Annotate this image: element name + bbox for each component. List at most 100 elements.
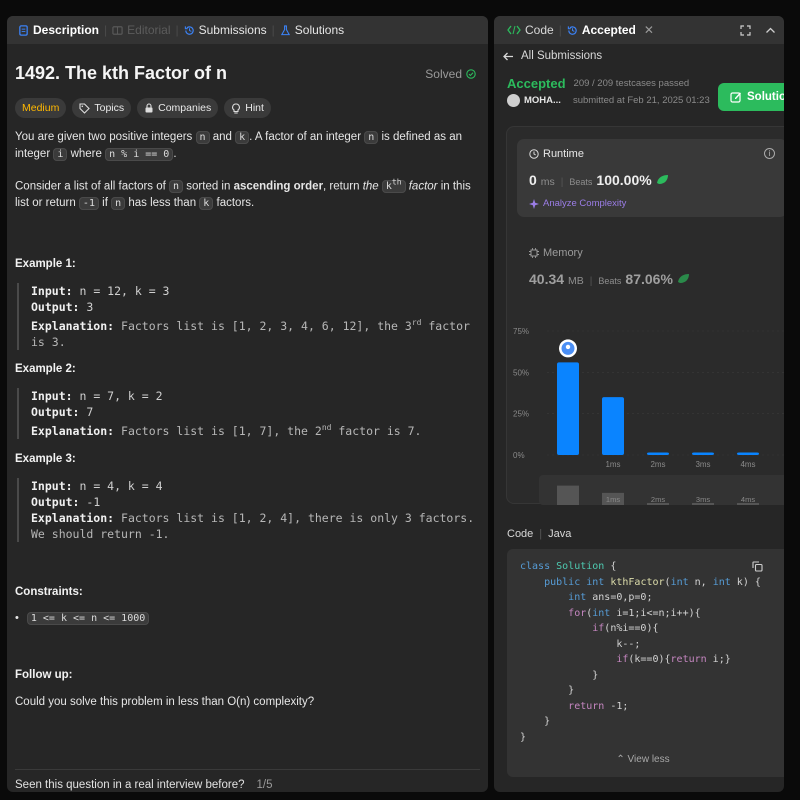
x-tick-label: 4ms <box>740 460 755 469</box>
code-icon <box>507 25 521 35</box>
divider: | <box>539 528 543 540</box>
scrubber-bar <box>557 485 579 505</box>
all-submissions-link[interactable]: All Submissions <box>503 50 784 62</box>
memory-value: 40.34 <box>529 271 565 287</box>
runtime-header: Runtime <box>529 148 584 160</box>
interview-question-footer: Seen this question in a real interview b… <box>15 769 480 791</box>
tab-accepted-label: Accepted <box>581 23 636 37</box>
topics-label: Topics <box>94 102 125 114</box>
username[interactable]: MOHA... <box>524 95 561 106</box>
submitted-time: submitted at Feb 21, 2025 01:23 <box>572 95 710 106</box>
tab-solutions[interactable]: Solutions <box>275 23 349 37</box>
book-icon <box>112 25 123 35</box>
y-tick-label: 50% <box>513 368 529 377</box>
tab-code-label: Code <box>525 23 554 37</box>
chevrons-up-icon: ⌃ <box>616 754 625 765</box>
solution-button[interactable]: Solutio <box>718 83 784 111</box>
leaf-icon <box>656 175 668 184</box>
constraint-item: • 1 <= k <= n <= 1000 <box>15 611 480 625</box>
history-icon <box>567 25 577 35</box>
problem-panel: Description | Editorial | Submissions | … <box>7 16 488 792</box>
performance-stats: Runtime i 0 ms | Beats 100.00% Analyze C… <box>506 126 784 505</box>
lock-icon <box>145 103 153 113</box>
code-language: Java <box>548 528 572 540</box>
bar <box>692 452 714 455</box>
view-less-button[interactable]: ⌃ View less <box>507 754 784 765</box>
runtime-unit: ms <box>540 176 555 188</box>
memory-unit: MB <box>568 275 584 287</box>
x-tick-label: 3ms <box>695 460 710 469</box>
runtime-distribution-chart[interactable]: 0% 25% 50% 75% 1ms 2ms 3ms 4ms 1ms 2ms 3ms 4ms <box>507 315 784 505</box>
submission-panel: Code | Accepted ✕ All Submissions Accept… <box>494 16 784 792</box>
code-viewer[interactable]: class Solution { public int kthFactor(in… <box>507 549 784 777</box>
window-controls <box>740 24 776 36</box>
interview-question-text: Seen this question in a real interview b… <box>15 779 245 791</box>
analyze-complexity-link[interactable]: Analyze Complexity <box>529 198 626 209</box>
document-icon <box>19 24 28 36</box>
difficulty-badge[interactable]: Medium <box>15 98 67 118</box>
tab-accepted[interactable]: Accepted ✕ <box>562 23 659 37</box>
runtime-values: 0 ms | Beats 100.00% <box>529 172 669 188</box>
bar <box>647 452 669 455</box>
bar <box>602 397 624 455</box>
scrubber-label: 4ms <box>741 495 755 504</box>
code-header: Code | Java <box>507 528 571 540</box>
example-3-block: Input: n = 4, k = 4 Output: -1 Explanati… <box>17 477 480 542</box>
all-submissions-label: All Submissions <box>521 50 603 62</box>
avatar[interactable] <box>507 94 520 107</box>
hint-tag[interactable]: Hint <box>224 98 271 118</box>
sparkle-icon <box>529 198 539 209</box>
testcases-passed: 209 / 209 testcases passed <box>573 78 690 89</box>
scrubber-label: 2ms <box>651 495 665 504</box>
difficulty-label: Medium <box>22 102 60 114</box>
chip-icon <box>529 248 539 258</box>
x-tick-label: 2ms <box>650 460 665 469</box>
tab-editorial[interactable]: Editorial <box>107 23 175 37</box>
description-paragraph-1: You are given two positive integers n an… <box>15 131 463 161</box>
runtime-value: 0 <box>529 172 537 188</box>
memory-label: Memory <box>543 247 583 259</box>
check-circle-icon <box>466 68 476 79</box>
problem-description: 1492. The kth Factor of n Solved Medium … <box>7 63 488 711</box>
example-1-block: Input: n = 12, k = 3 Output: 3 Explanati… <box>17 283 480 351</box>
bar <box>737 452 759 455</box>
problem-title: 1492. The kth Factor of n <box>15 63 228 83</box>
interview-question-page: 1/5 <box>256 779 273 791</box>
followup-title: Follow up: <box>15 668 73 681</box>
bar <box>557 362 579 455</box>
close-icon[interactable]: ✕ <box>644 23 654 37</box>
runtime-beats-value: 100.00% <box>596 172 652 188</box>
tag-icon <box>79 102 91 114</box>
memory-beats-label: Beats <box>598 276 622 286</box>
followup-text: Could you solve this problem in less tha… <box>15 695 315 708</box>
example-2-block: Input: n = 7, k = 2 Output: 7 Explanatio… <box>17 388 480 439</box>
runtime-card[interactable]: Runtime i 0 ms | Beats 100.00% Analyze C… <box>517 139 784 217</box>
fullscreen-icon[interactable] <box>740 24 751 36</box>
edit-icon <box>730 92 741 103</box>
accepted-status: Accepted <box>507 76 566 91</box>
runtime-label: Runtime <box>543 148 584 160</box>
memory-header[interactable]: Memory <box>529 247 583 259</box>
leaf-icon <box>677 274 689 283</box>
divider: | <box>560 177 564 188</box>
arrow-left-icon <box>503 52 513 60</box>
solved-status: Solved <box>425 67 476 81</box>
y-tick-label: 25% <box>513 410 529 419</box>
tag-row: Medium Topics Companies Hint <box>15 98 480 118</box>
companies-tag[interactable]: Companies <box>137 98 219 118</box>
tab-submissions-label: Submissions <box>198 23 267 37</box>
topics-tag[interactable]: Topics <box>72 98 132 118</box>
clock-icon <box>529 149 539 159</box>
memory-values: 40.34 MB | Beats 87.06% <box>529 271 690 287</box>
example-3-title: Example 3: <box>15 452 76 465</box>
tab-description[interactable]: Description <box>13 23 104 37</box>
history-icon <box>184 25 194 35</box>
tab-description-label: Description <box>33 23 100 37</box>
info-icon[interactable]: i <box>764 148 775 159</box>
hint-label: Hint <box>245 102 264 114</box>
scrubber-label: 3ms <box>696 495 710 504</box>
tab-submissions[interactable]: Submissions <box>179 23 272 37</box>
chevron-up-icon[interactable] <box>765 25 776 36</box>
tab-code[interactable]: Code <box>502 23 559 37</box>
lightbulb-icon <box>232 102 241 113</box>
